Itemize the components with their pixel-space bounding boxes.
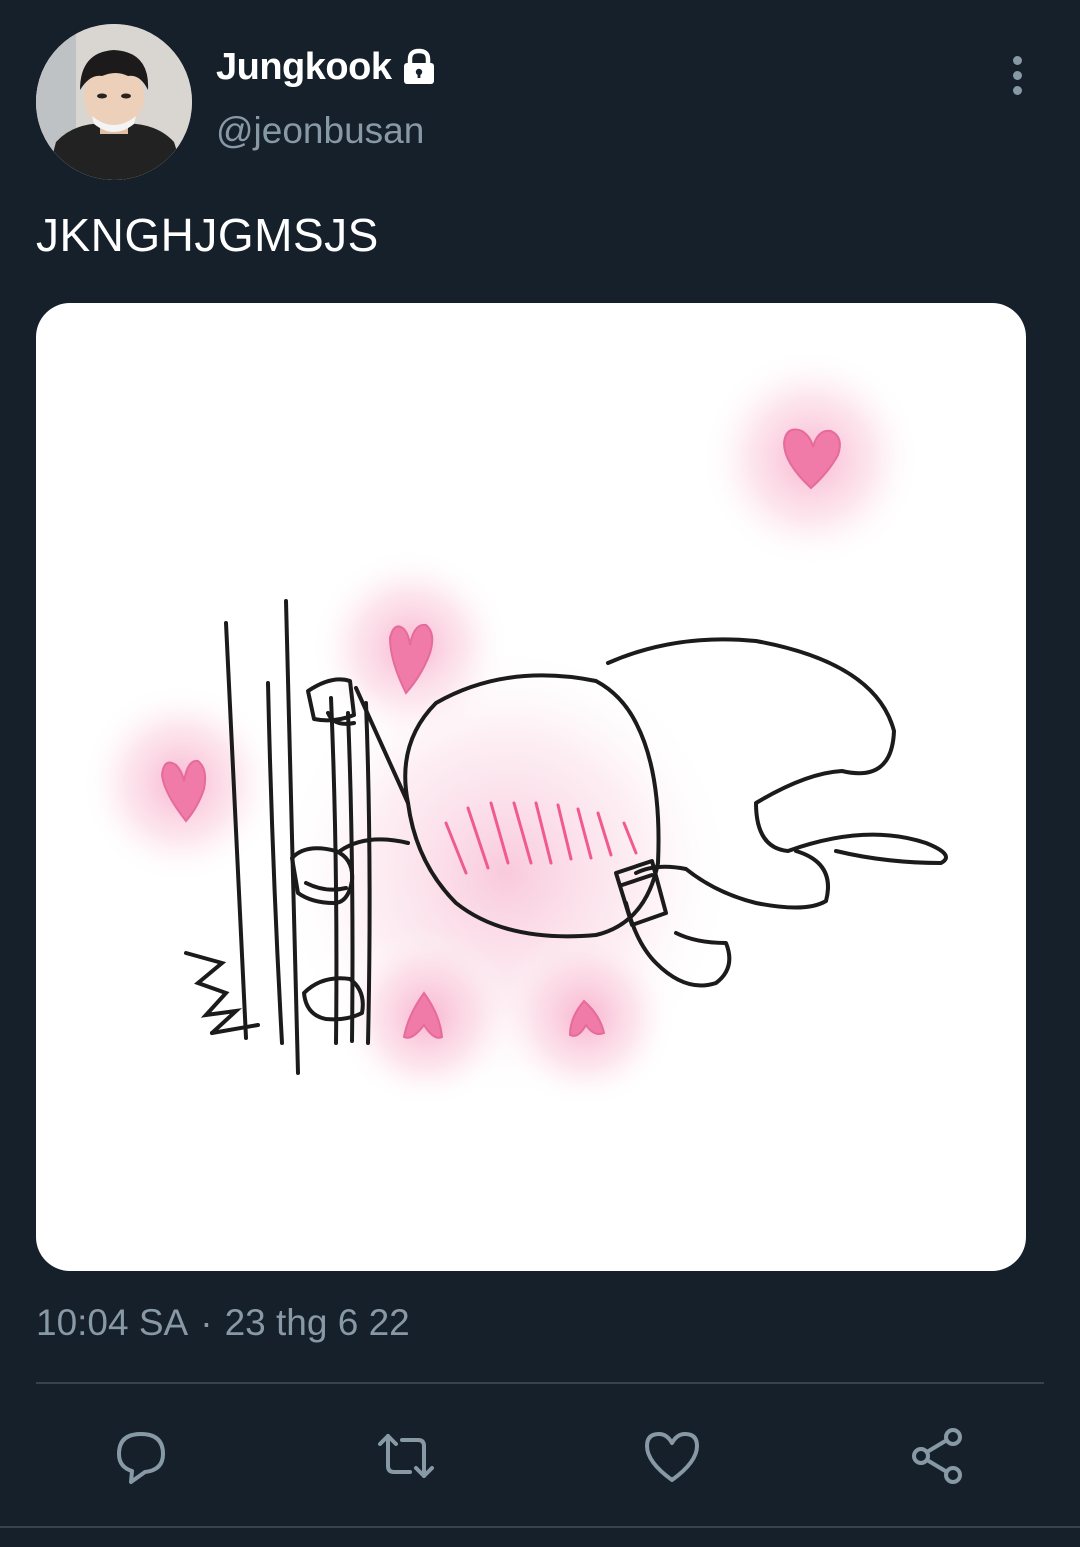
tweet-date: 23 thg 6 22 [224,1302,410,1343]
retweet-icon [374,1426,438,1491]
more-vertical-icon[interactable] [992,50,1042,100]
heart-icon [641,1426,703,1491]
tweet-timestamp: 10:04 SA · 23 thg 6 22 [36,1302,410,1344]
display-name[interactable]: Jungkook [216,46,392,89]
divider [0,1526,1080,1528]
author-name-row[interactable]: Jungkook [216,42,439,92]
tweet-detail: Jungkook @jeonbusan JKNGHJGMSJS 10:04 SA… [0,0,1080,1547]
timestamp-separator: · [200,1302,213,1343]
reply-button[interactable] [101,1418,181,1498]
tweet-media-image[interactable] [36,303,1026,1271]
divider [36,1382,1044,1384]
tweet-text: JKNGHJGMSJS [36,209,379,261]
more-dot [1012,85,1022,95]
like-button[interactable] [632,1418,712,1498]
share-icon [907,1425,969,1492]
lock-icon [399,47,439,87]
more-dot [1012,55,1022,65]
retweet-button[interactable] [366,1418,446,1498]
author-handle[interactable]: @jeonbusan [216,110,424,152]
tweet-action-bar [0,1418,1080,1498]
avatar[interactable] [36,24,192,180]
more-dot [1012,70,1022,80]
reply-icon [111,1426,171,1491]
share-button[interactable] [898,1418,978,1498]
tweet-time: 10:04 SA [36,1302,189,1343]
